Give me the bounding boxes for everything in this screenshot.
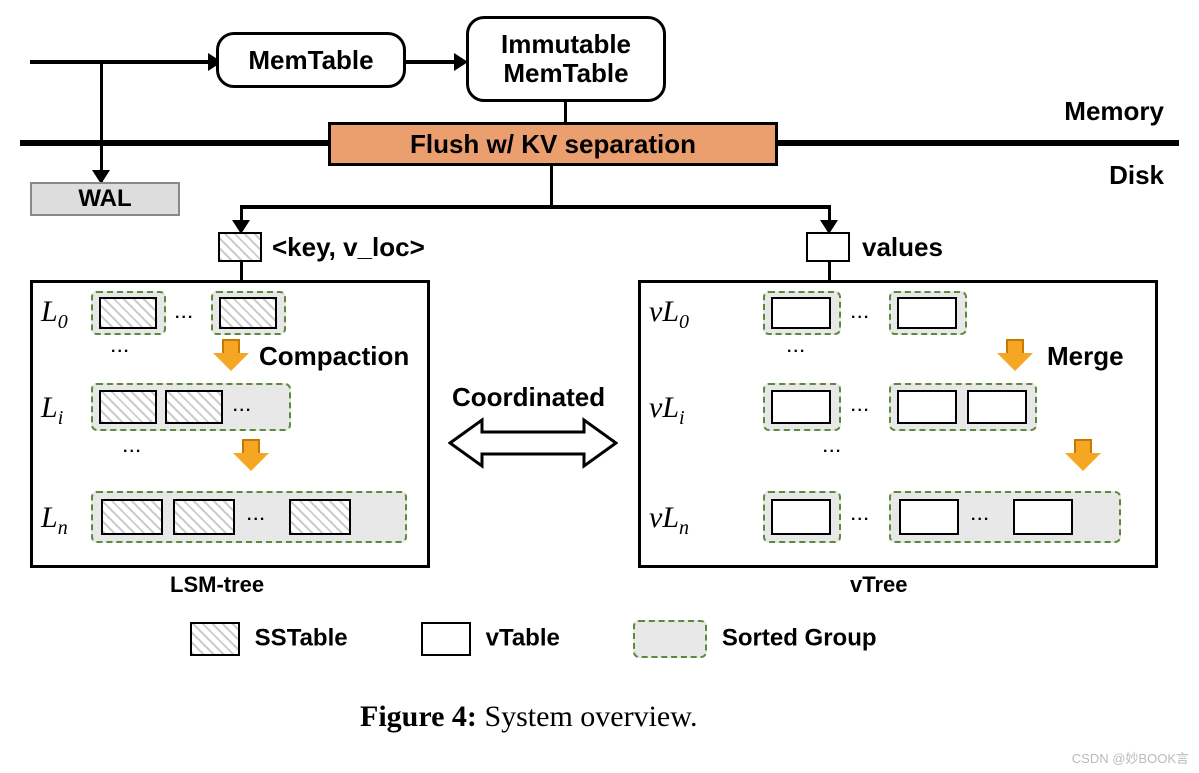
vtree-label: vTree [850,572,908,598]
ln-sst3 [289,499,351,535]
divider-right [775,140,1179,146]
legend-sstable-icon [190,622,240,656]
vli-label: vLi [649,391,685,430]
line-flush-split [240,205,830,209]
compaction-label: Compaction [259,341,409,372]
l0-sst1 [99,297,157,329]
vln-dots2: ... [971,507,990,525]
line-mem-imm [406,60,456,64]
coordinated-arrow [448,416,618,470]
disk-label: Disk [1109,160,1164,191]
vln-vt3 [1013,499,1073,535]
values-label: values [862,232,943,263]
line-imm-flush [564,102,567,124]
l0-li-vdots: ... [111,339,130,357]
li-sst2 [165,390,223,424]
immutable-box: Immutable MemTable [466,16,666,102]
li-label: Li [41,391,63,430]
compaction-arrow1 [213,339,249,371]
merge-arrow2 [1065,439,1101,471]
legend-vtable-icon [421,622,471,656]
key-sst-icon [218,232,262,262]
vl0-label: vL0 [649,295,689,334]
vtree-box: vL0 ... ... Merge vLi ... ... vLn ... ..… [638,280,1158,568]
flush-box: Flush w/ KV separation [328,122,778,166]
vln-label: vLn [649,501,689,540]
ln-sst1 [101,499,163,535]
legend: SSTable vTable Sorted Group [190,620,877,658]
li-dots: ... [233,398,252,416]
line-in-memtable [30,60,210,64]
li-ln-vdots: ... [123,439,142,457]
memtable-box: MemTable [216,32,406,88]
legend-sgroup: Sorted Group [722,624,877,651]
vli-vt1 [771,390,831,424]
vli-vt3 [967,390,1027,424]
vli-vln-vdots: ... [823,439,842,457]
divider-left [20,140,330,146]
merge-label: Merge [1047,341,1124,372]
key-vloc-label: <key, v_loc> [272,232,425,263]
memory-label: Memory [1064,96,1164,127]
merge-arrow1 [997,339,1033,371]
vln-vt1 [771,499,831,535]
wal-label: WAL [78,185,131,213]
compaction-arrow2 [233,439,269,471]
legend-sstable: SSTable [255,624,348,651]
l0-label: L0 [41,295,68,334]
immutable-label: Immutable MemTable [501,30,631,87]
l0-dots: ... [175,305,194,323]
li-sst1 [99,390,157,424]
lsm-tree-box: L0 ... ... Compaction Li ... ... Ln ... [30,280,430,568]
lsm-tree-label: LSM-tree [170,572,264,598]
wal-box: WAL [30,182,180,216]
caption-fig: Figure 4: [360,700,477,733]
coordinated-label: Coordinated [452,382,605,413]
legend-vtable: vTable [486,624,560,651]
line-flush-down [550,166,553,206]
vln-vt2 [899,499,959,535]
l0-sst2 [219,297,277,329]
vli-dots: ... [851,398,870,416]
vli-vt2 [897,390,957,424]
legend-sgroup-icon [633,620,707,658]
ln-dots: ... [247,507,266,525]
vln-dots1: ... [851,507,870,525]
values-vtab-icon [806,232,850,262]
diagram-canvas: MemTable Immutable MemTable Memory Disk … [0,0,1199,773]
ln-label: Ln [41,501,68,540]
flush-label: Flush w/ KV separation [410,129,696,160]
figure-caption: Figure 4: System overview. [360,700,697,734]
watermark: CSDN @妙BOOK言 [1072,748,1189,767]
memtable-label: MemTable [248,46,373,75]
vl0-vt2 [897,297,957,329]
ln-sst2 [173,499,235,535]
vl0-vt1 [771,297,831,329]
vl0-dots: ... [851,305,870,323]
vl0-vli-vdots: ... [787,339,806,357]
caption-text: System overview. [477,700,698,733]
